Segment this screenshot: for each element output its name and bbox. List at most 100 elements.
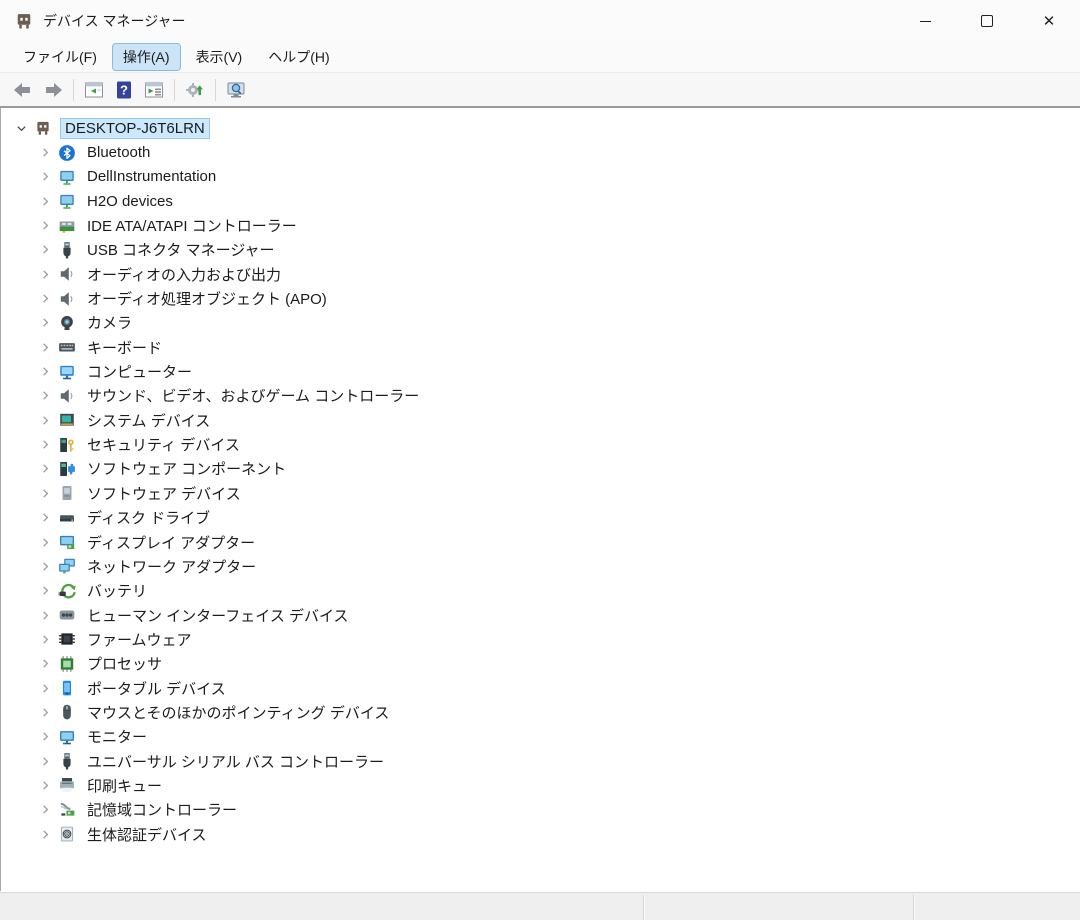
chevron-right-icon[interactable]: [35, 216, 55, 236]
tree-row-12[interactable]: セキュリティ デバイス: [1, 432, 1080, 456]
tree-row-18[interactable]: バッテリ: [1, 579, 1080, 603]
tree-row-4[interactable]: USB コネクタ マネージャー: [1, 238, 1080, 262]
chevron-right-icon[interactable]: [35, 751, 55, 771]
window-controls: ✕: [894, 0, 1080, 42]
display-adapter-icon: [55, 532, 79, 552]
tree-row-7[interactable]: カメラ: [1, 311, 1080, 335]
tree-item-label: Bluetooth: [87, 144, 151, 162]
firmware-icon: [55, 629, 79, 649]
tree-row-19[interactable]: ヒューマン インターフェイス デバイス: [1, 603, 1080, 627]
chevron-right-icon[interactable]: [35, 824, 55, 844]
bottom-strip: [0, 892, 1080, 920]
panel-list-window-icon: [144, 80, 164, 100]
menu-item-0[interactable]: ファイル(F): [12, 43, 108, 71]
tree-row-22[interactable]: ポータブル デバイス: [1, 676, 1080, 700]
menu-item-3[interactable]: ヘルプ(H): [257, 43, 340, 71]
chevron-right-icon[interactable]: [35, 556, 55, 576]
tree-item-label: ソフトウェア コンポーネント: [87, 461, 287, 479]
forward-arrow-icon: [43, 80, 63, 100]
chevron-right-icon[interactable]: [35, 654, 55, 674]
tree-row-1[interactable]: DellInstrumentation: [1, 165, 1080, 189]
chevron-right-icon[interactable]: [35, 727, 55, 747]
chevron-right-icon[interactable]: [35, 483, 55, 503]
tree-row-21[interactable]: プロセッサ: [1, 652, 1080, 676]
tree-row-25[interactable]: ユニバーサル シリアル バス コントローラー: [1, 749, 1080, 773]
tree-row-0[interactable]: Bluetooth: [1, 140, 1080, 164]
tree-item-label: ソフトウェア デバイス: [87, 485, 241, 503]
chevron-right-icon[interactable]: [35, 410, 55, 430]
menu-item-1[interactable]: 操作(A): [111, 43, 181, 71]
back-button[interactable]: [9, 77, 37, 103]
forward-button[interactable]: [39, 77, 67, 103]
bottom-strip-divider: [643, 895, 644, 920]
tree-item-label: ユニバーサル シリアル バス コントローラー: [87, 753, 385, 771]
chevron-right-icon[interactable]: [35, 313, 55, 333]
update-driver-button[interactable]: [181, 77, 209, 103]
tree-row-14[interactable]: ソフトウェア デバイス: [1, 481, 1080, 505]
tree-row-2[interactable]: H2O devices: [1, 189, 1080, 213]
tree-row-26[interactable]: 印刷キュー: [1, 773, 1080, 797]
chevron-right-icon[interactable]: [35, 289, 55, 309]
chevron-right-icon[interactable]: [35, 629, 55, 649]
tree-item-label: 印刷キュー: [87, 777, 163, 795]
tree-row-27[interactable]: 記憶域コントローラー: [1, 798, 1080, 822]
tree-row-15[interactable]: ディスク ドライブ: [1, 506, 1080, 530]
tree-row-16[interactable]: ディスプレイ アダプター: [1, 530, 1080, 554]
tree-row-24[interactable]: モニター: [1, 725, 1080, 749]
monitor-magnifier-icon: [226, 80, 246, 100]
chevron-right-icon[interactable]: [35, 240, 55, 260]
tree-row-5[interactable]: オーディオの入力および出力: [1, 262, 1080, 286]
speaker-icon: [55, 386, 79, 406]
chevron-right-icon[interactable]: [35, 435, 55, 455]
chevron-right-icon[interactable]: [35, 386, 55, 406]
chevron-right-icon[interactable]: [35, 191, 55, 211]
tree-row-13[interactable]: ソフトウェア コンポーネント: [1, 457, 1080, 481]
tree-row-11[interactable]: システム デバイス: [1, 408, 1080, 432]
chevron-right-icon[interactable]: [35, 702, 55, 722]
chevron-right-icon[interactable]: [35, 167, 55, 187]
tree-row-17[interactable]: ネットワーク アダプター: [1, 554, 1080, 578]
tree-row-23[interactable]: マウスとそのほかのポインティング デバイス: [1, 700, 1080, 724]
tree-row-6[interactable]: オーディオ処理オブジェクト (APO): [1, 286, 1080, 310]
action-pane-toggle-button[interactable]: [140, 77, 168, 103]
chevron-down-icon[interactable]: [11, 118, 31, 138]
mouse-icon: [55, 702, 79, 722]
portable-device-icon: [55, 678, 79, 698]
chevron-right-icon[interactable]: [35, 459, 55, 479]
chevron-right-icon[interactable]: [35, 337, 55, 357]
battery-icon: [55, 581, 79, 601]
tree-row-28[interactable]: 生体認証デバイス: [1, 822, 1080, 846]
chevron-right-icon[interactable]: [35, 678, 55, 698]
minimize-button[interactable]: [894, 0, 956, 42]
system-device-icon: [55, 410, 79, 430]
chevron-right-icon[interactable]: [35, 532, 55, 552]
console-tree-toggle-button[interactable]: [80, 77, 108, 103]
chevron-right-icon[interactable]: [35, 362, 55, 382]
tree-row-8[interactable]: キーボード: [1, 335, 1080, 359]
tree-row-10[interactable]: サウンド、ビデオ、およびゲーム コントローラー: [1, 384, 1080, 408]
chevron-right-icon[interactable]: [35, 775, 55, 795]
tree-item-label: IDE ATA/ATAPI コントローラー: [87, 218, 297, 236]
maximize-button[interactable]: [956, 0, 1018, 42]
tree-item-label: ポータブル デバイス: [87, 680, 226, 698]
tree-row-9[interactable]: コンピューター: [1, 359, 1080, 383]
gear-green-arrow-icon: [185, 80, 205, 100]
help-button[interactable]: ?: [110, 77, 138, 103]
chevron-right-icon[interactable]: [35, 605, 55, 625]
biometric-icon: [55, 824, 79, 844]
tree-item-label: 記憶域コントローラー: [87, 802, 238, 820]
scan-hardware-changes-button[interactable]: [222, 77, 250, 103]
tree-root-row[interactable]: DESKTOP-J6T6LRN: [1, 116, 1080, 140]
tree-row-3[interactable]: IDE ATA/ATAPI コントローラー: [1, 213, 1080, 237]
chevron-right-icon[interactable]: [35, 508, 55, 528]
tree-item-label: オーディオ処理オブジェクト (APO): [87, 291, 327, 309]
tree-item-label: ヒューマン インターフェイス デバイス: [87, 607, 349, 625]
close-button[interactable]: ✕: [1018, 0, 1080, 42]
menu-item-2[interactable]: 表示(V): [185, 43, 254, 71]
chevron-right-icon[interactable]: [35, 581, 55, 601]
chevron-right-icon[interactable]: [35, 800, 55, 820]
device-manager-window: デバイス マネージャー ✕ ファイル(F) 操作(A) 表示(V) ヘルプ(H) ? …: [0, 0, 1080, 920]
tree-row-20[interactable]: ファームウェア: [1, 627, 1080, 651]
chevron-right-icon[interactable]: [35, 264, 55, 284]
chevron-right-icon[interactable]: [35, 143, 55, 163]
